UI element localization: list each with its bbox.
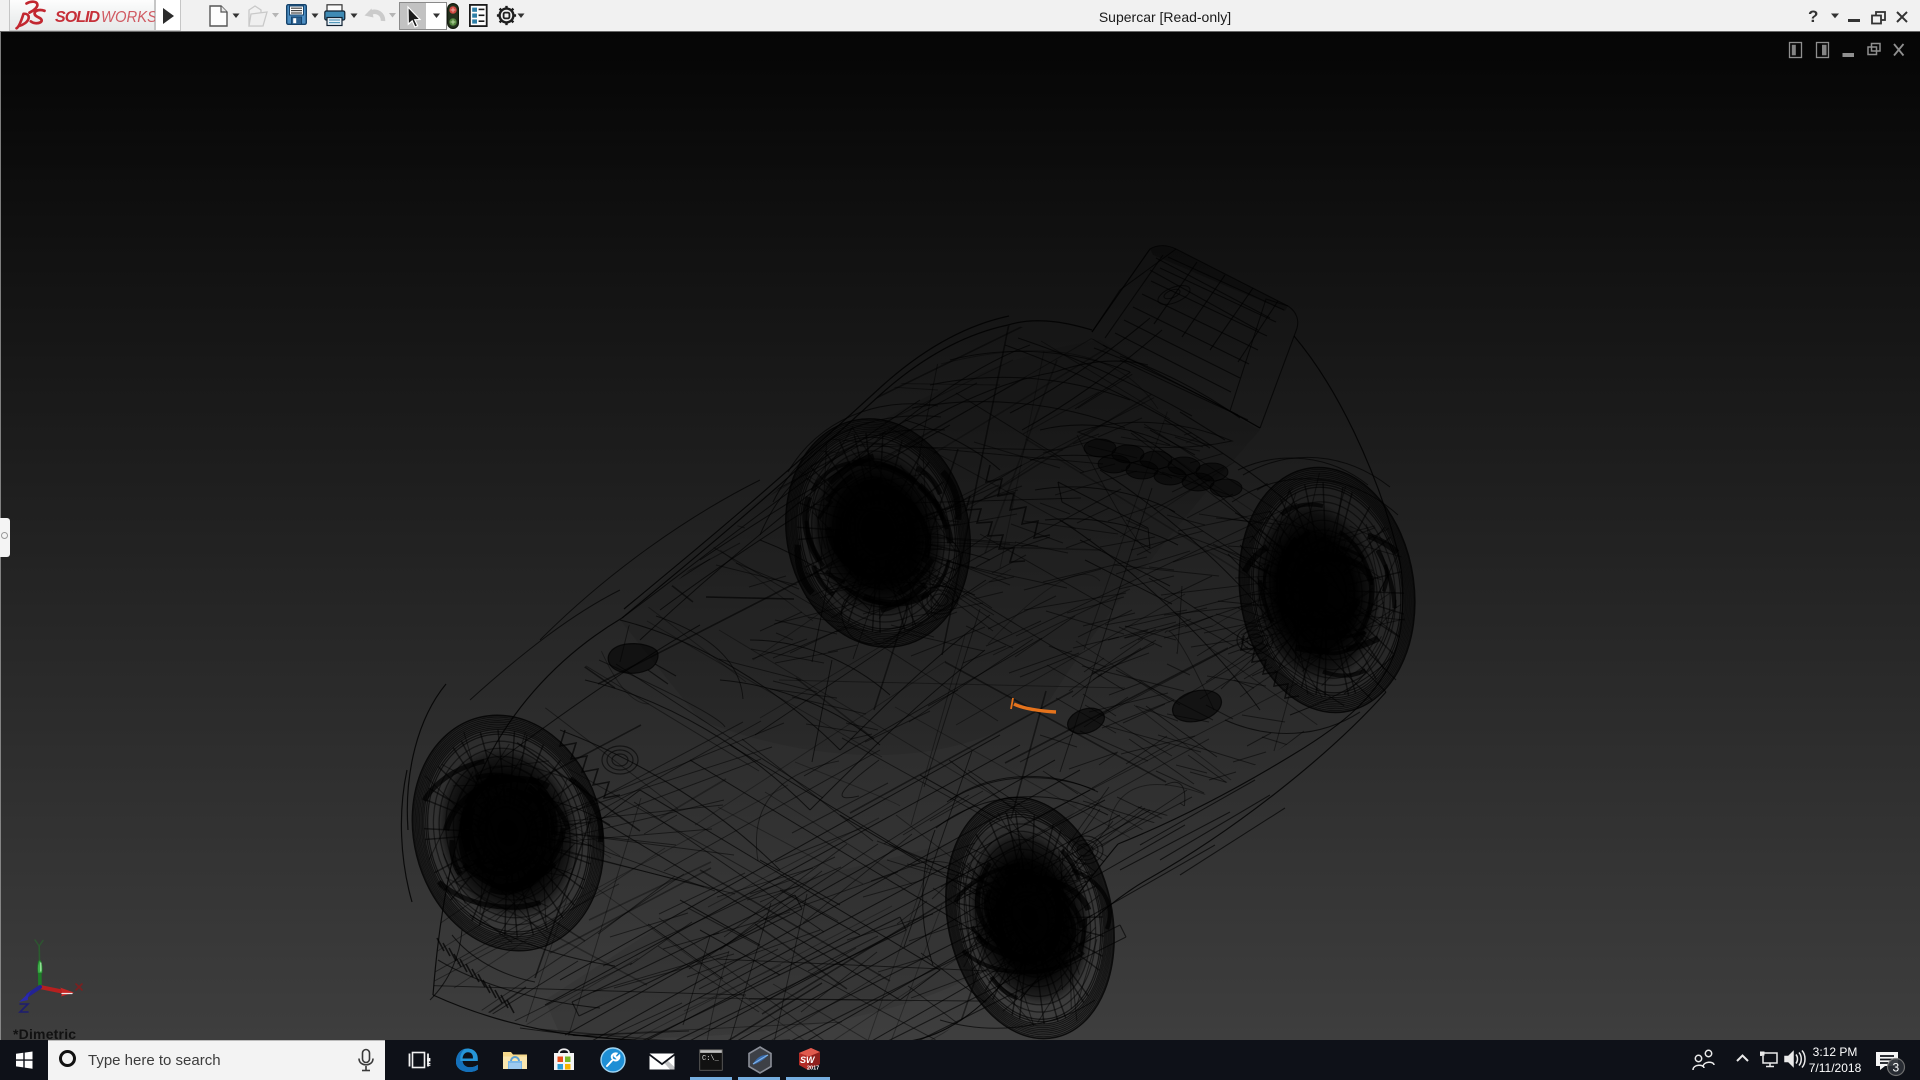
svg-text:2017: 2017 bbox=[807, 1066, 819, 1072]
svg-text:C:\_: C:\_ bbox=[702, 1055, 720, 1063]
svg-text:?: ? bbox=[1808, 7, 1818, 26]
svg-text:SW: SW bbox=[800, 1055, 816, 1065]
svg-text:3: 3 bbox=[1893, 1061, 1900, 1075]
